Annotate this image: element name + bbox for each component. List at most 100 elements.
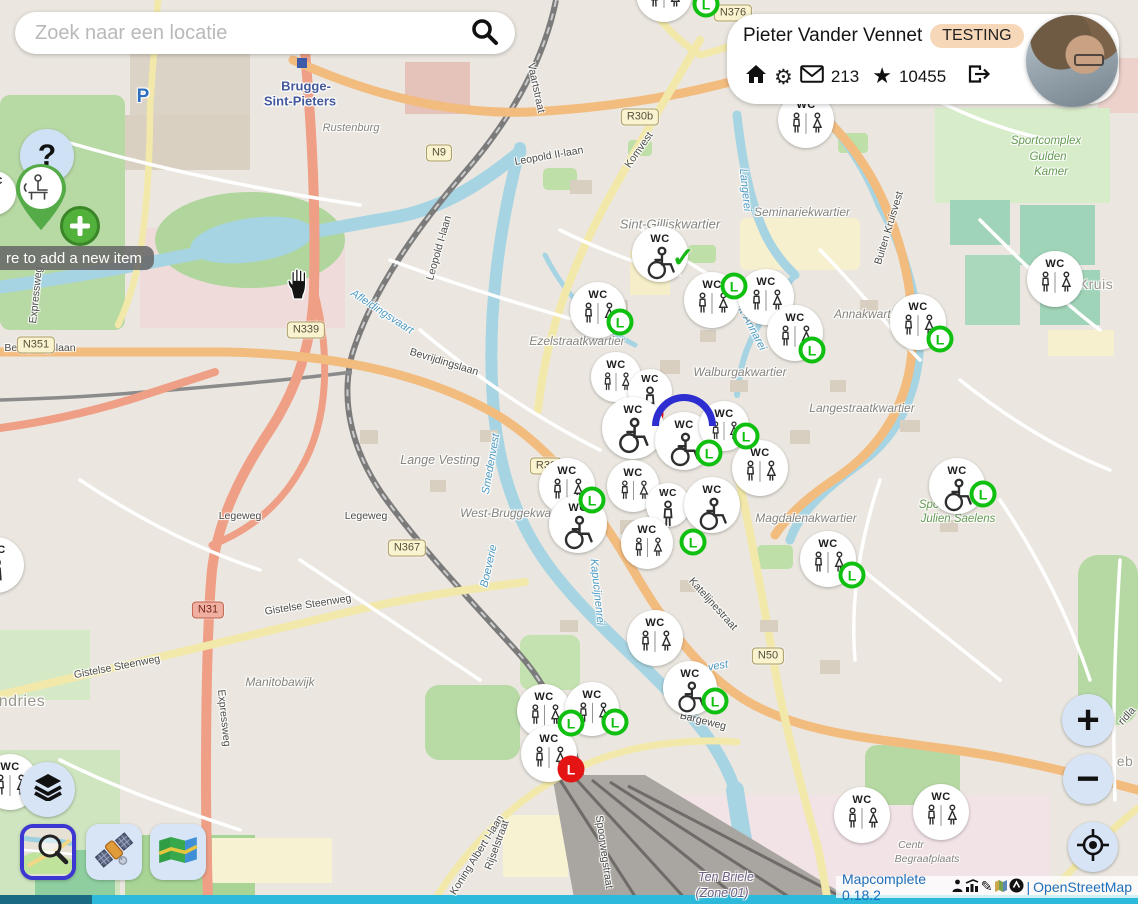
folded-map-icon (158, 834, 198, 871)
layers-button[interactable] (20, 762, 75, 817)
basemap-style-satellite-button[interactable] (86, 824, 142, 880)
opening-hours-badge-open: L (602, 709, 629, 736)
opening-hours-badge-open: L (579, 487, 606, 514)
map-label: Legeweg (219, 510, 262, 522)
man-toilet-icon (0, 557, 7, 599)
changeset-count[interactable]: 10455 (899, 67, 946, 87)
wc-marker-label: WC (645, 618, 664, 629)
opening-hours-badge-open: L (733, 423, 760, 450)
opening-hours-badge-open: L (970, 481, 997, 508)
map-label: P (137, 86, 150, 108)
app-version-link[interactable]: Mapcomplete 0.18.2 (842, 871, 948, 903)
opening-hours-badge-open: L (696, 440, 723, 467)
map-label: ndries (0, 693, 45, 711)
man-woman-toilet-icon (617, 480, 650, 506)
wc-marker-label: WC (0, 177, 3, 187)
user-name[interactable]: Pieter Vander Vennet (743, 25, 922, 47)
attribution-icons: ✎ (951, 878, 1024, 896)
map-label: eb (1117, 753, 1134, 769)
map-label: Langestraatkwartier (809, 401, 914, 415)
map-label: Gulden (1029, 151, 1066, 163)
zoom-in-button[interactable]: + (1062, 694, 1114, 746)
wc-marker-label: WC (641, 375, 659, 385)
wc-marker[interactable]: WC (621, 517, 673, 569)
wc-marker-label: WC (702, 485, 721, 496)
wc-marker-label: WC (650, 234, 669, 245)
map-label: Sint-Pieters (264, 94, 336, 109)
wc-marker-label: WC (623, 468, 642, 479)
search-icon[interactable] (469, 16, 499, 51)
opening-hours-badge-open: L (680, 529, 707, 556)
wc-marker-label: WC (908, 302, 927, 313)
wc-marker-label: WC (623, 405, 642, 416)
wc-marker-label: WC (680, 669, 699, 680)
wc-marker-label: WC (947, 466, 966, 477)
gear-icon[interactable]: ⚙ (774, 65, 793, 89)
wc-marker-label: WC (702, 280, 721, 291)
road-ref-badge: N31 (192, 602, 224, 619)
geolocate-button[interactable] (1068, 822, 1118, 872)
wc-marker[interactable]: WC (834, 787, 890, 843)
opening-hours-badge-open: L (607, 309, 634, 336)
man-woman-toilet-icon (923, 804, 959, 832)
wc-marker-label: WC (756, 277, 775, 288)
search-bar (15, 12, 515, 54)
wc-marker-label: WC (588, 290, 607, 301)
zoom-out-button[interactable]: − (1063, 754, 1113, 804)
wc-marker-label: WC (539, 734, 558, 745)
map-label: Walburgakwartier (693, 365, 786, 379)
wc-marker[interactable]: WC (684, 477, 740, 533)
opening-hours-badge-open: L (702, 688, 729, 715)
wheelchair-toilet-icon (614, 417, 652, 460)
inbox-count[interactable]: 213 (831, 67, 859, 87)
wc-marker[interactable]: WC (602, 397, 664, 459)
basemap-style-map-button[interactable] (150, 824, 206, 880)
stats-icon[interactable] (965, 879, 980, 896)
star-icon[interactable]: ★ (872, 64, 892, 89)
contributor-icon[interactable] (951, 879, 964, 896)
man-woman-toilet-icon (631, 537, 664, 563)
wc-marker-label: WC (750, 448, 769, 459)
man-woman-toilet-icon (844, 807, 880, 835)
home-icon[interactable] (745, 64, 767, 89)
map-label: Manitobawijk (245, 675, 314, 689)
road-ref-badge: N9 (426, 145, 452, 162)
map-label: Kamer (1034, 166, 1068, 178)
wc-marker[interactable]: WC (627, 610, 683, 666)
search-input[interactable] (33, 21, 469, 46)
attribution-bar: Mapcomplete 0.18.2 ✎ | OpenStreetMap (836, 876, 1138, 898)
basemap-style-osm-button[interactable] (20, 824, 76, 880)
osm-link[interactable]: OpenStreetMap (1033, 879, 1132, 895)
add-item-tooltip: re to add a new item (0, 246, 154, 270)
josm-map-icon[interactable] (994, 879, 1008, 895)
opening-hours-badge-open: L (721, 273, 748, 300)
add-plus-icon[interactable] (60, 206, 100, 246)
osmand-icon[interactable] (1009, 878, 1024, 896)
wc-marker-label: WC (1045, 259, 1064, 270)
map-label: Ezelstraatkwartier (529, 334, 624, 348)
wc-marker-label: WC (534, 692, 553, 703)
man-woman-toilet-icon (788, 112, 824, 140)
map-label: Rustenburg (323, 122, 380, 134)
environment-badge: TESTING (930, 24, 1023, 48)
pencil-icon[interactable]: ✎ (981, 879, 993, 895)
opening-hours-badge-open: L (799, 337, 826, 364)
opening-hours-badge-open: L (558, 710, 585, 737)
map-label: Centr (898, 839, 924, 851)
road-ref-badge: N50 (752, 648, 784, 665)
avatar[interactable] (1026, 15, 1118, 107)
man-woman-toilet-icon (742, 460, 778, 488)
wc-marker[interactable]: WC (1027, 251, 1083, 307)
map-label: Ten Briele (698, 870, 754, 884)
man-toilet-icon (0, 188, 3, 222)
wc-marker-label: WC (637, 525, 656, 536)
satellite-icon (94, 830, 134, 875)
wc-marker-label: WC (818, 539, 837, 550)
wc-marker-label: WC (0, 762, 19, 773)
logout-icon[interactable] (967, 64, 991, 89)
wc-marker[interactable]: WC (913, 784, 969, 840)
map-label: Begraafplaats (895, 853, 960, 865)
wc-marker-label: WC (606, 360, 625, 371)
map-label: Sportcomplex (1011, 135, 1081, 147)
mail-icon[interactable] (800, 65, 824, 88)
